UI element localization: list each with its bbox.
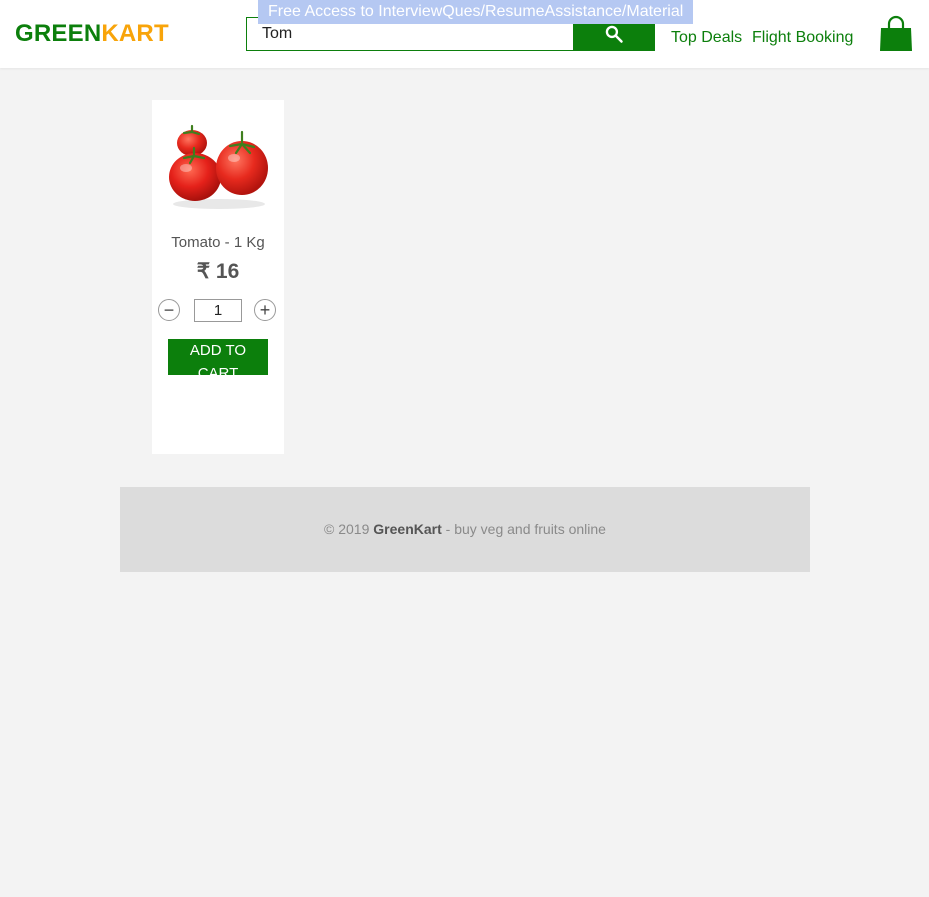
cart-bag-icon[interactable] xyxy=(879,15,913,52)
header: GREENKART Free Access to InterviewQues/R… xyxy=(0,0,929,68)
search-icon xyxy=(605,25,623,43)
footer: © 2019 GreenKart - buy veg and fruits on… xyxy=(120,487,810,572)
brand-logo-orange: KART xyxy=(101,20,169,47)
footer-copyright: © 2019 xyxy=(324,521,374,537)
brand-logo-green: GREEN xyxy=(15,20,102,47)
quantity-input[interactable] xyxy=(194,299,242,322)
product-name: Tomato - 1 Kg xyxy=(171,234,265,251)
quantity-stepper: − + xyxy=(158,299,278,323)
top-deals-link[interactable]: Top Deals xyxy=(671,29,742,47)
increment-button[interactable]: + xyxy=(254,299,276,321)
brand-logo[interactable]: GREENKART xyxy=(15,20,169,48)
add-to-cart-button[interactable]: ADD TO CART xyxy=(168,339,268,375)
flight-booking-link[interactable]: Flight Booking xyxy=(752,29,853,47)
footer-brand: GreenKart xyxy=(373,521,442,537)
product-card: Tomato - 1 Kg ₹ 16 − + ADD TO CART xyxy=(152,100,284,454)
product-price: ₹ 16 xyxy=(196,260,240,283)
tomato-image xyxy=(169,124,268,209)
decrement-button[interactable]: − xyxy=(158,299,180,321)
promo-banner-link[interactable]: Free Access to InterviewQues/ResumeAssis… xyxy=(258,0,694,24)
footer-tagline: - buy veg and fruits online xyxy=(441,521,606,537)
